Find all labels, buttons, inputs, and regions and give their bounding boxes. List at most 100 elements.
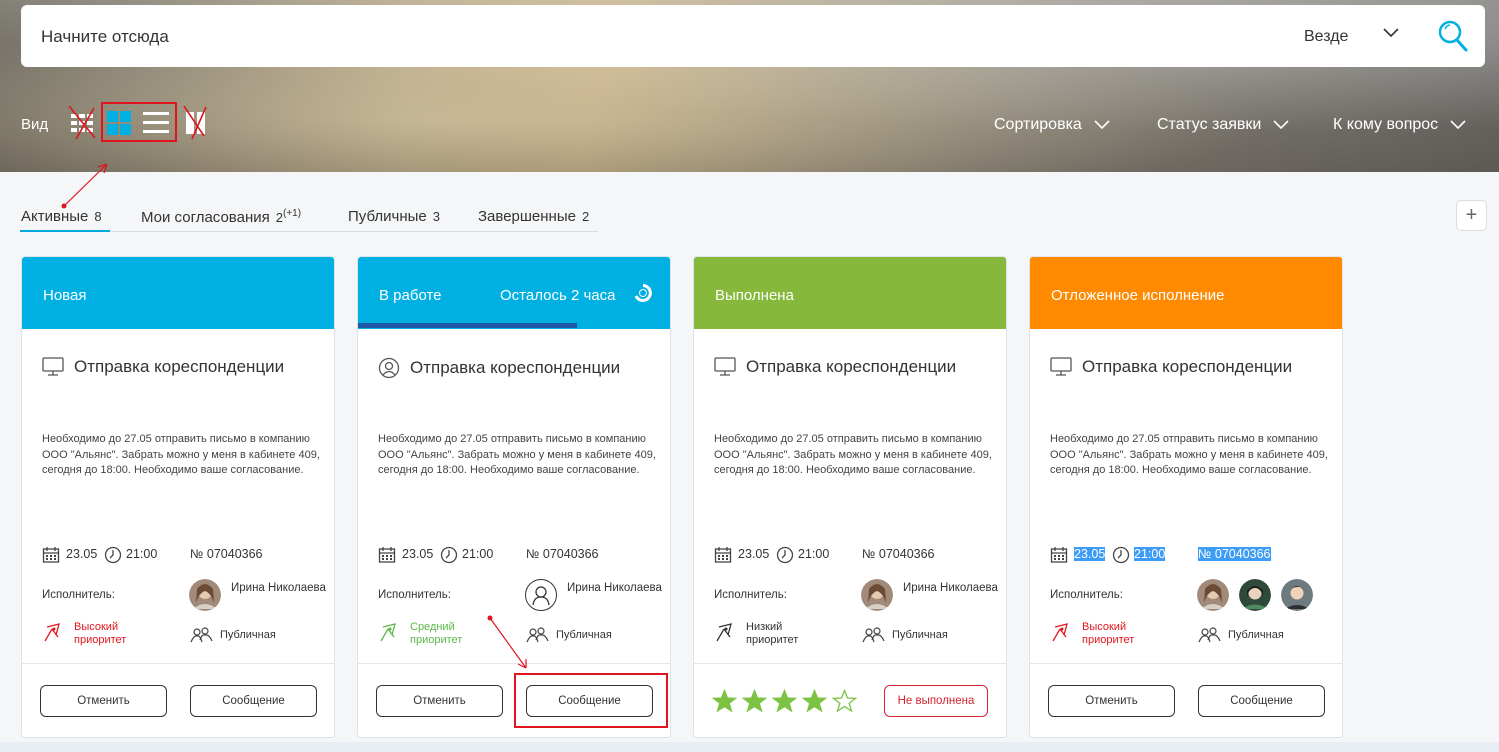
cancel-button[interactable]: Отменить — [40, 685, 167, 717]
user-icon — [532, 586, 550, 606]
divider — [694, 663, 1006, 664]
card-meta: 23.05 21:00 № 07040366 — [714, 546, 994, 564]
avatar[interactable] — [189, 579, 221, 611]
tab-count: 3 — [432, 209, 440, 224]
priority: Высокий приоритет — [42, 621, 144, 646]
priority-high-icon — [44, 623, 60, 642]
tab-label: Мои согласования — [141, 209, 270, 226]
card-title-text: Отправка кореспонденции — [746, 357, 957, 376]
request-card[interactable]: Отложенное исполнение Отправка кореспонд… — [1029, 256, 1343, 738]
card-time: 21:00 — [1134, 547, 1166, 561]
card-description: Необходимо до 27.05 отправить письмо в к… — [714, 433, 992, 476]
active-tab-indicator — [20, 230, 110, 232]
search-scope-select[interactable]: Везде — [1304, 28, 1348, 46]
card-header: Выполнена — [694, 257, 1006, 329]
visibility: Публичная — [190, 626, 276, 644]
chevron-down-icon[interactable] — [1381, 23, 1401, 43]
calendar-icon — [714, 547, 732, 563]
annotation-arrow — [61, 163, 108, 209]
star-filled-icon[interactable] — [802, 689, 827, 713]
priority: Средний приоритет — [378, 621, 480, 646]
group-icon — [862, 627, 885, 643]
card-date: 23.05 — [1074, 547, 1106, 561]
request-card[interactable]: Выполнена Отправка кореспонденции Необхо… — [693, 256, 1007, 738]
priority-medium-icon — [380, 623, 396, 642]
priority-text: Средний приоритет — [410, 621, 463, 646]
card-description: Необходимо до 27.05 отправить письмо в к… — [42, 433, 320, 476]
star-filled-icon[interactable] — [742, 689, 767, 713]
tab-label: Публичные — [348, 208, 427, 225]
tab-public[interactable]: Публичные 3 — [348, 208, 440, 225]
visibility: Публичная — [862, 626, 948, 644]
monitor-icon — [1050, 357, 1072, 376]
card-title: Отправка кореспонденции — [1050, 357, 1292, 377]
card-status: Новая — [43, 287, 87, 304]
tab-my-approvals[interactable]: Мои согласования 2(+1) — [141, 208, 301, 226]
avatar[interactable] — [1197, 579, 1229, 611]
search-input[interactable]: Начните отсюда — [41, 27, 169, 47]
status-filter[interactable]: Статус заявки — [1157, 116, 1289, 134]
message-button-annotation — [514, 673, 668, 728]
table-view-icon — [68, 106, 96, 140]
sort-filter[interactable]: Сортировка — [994, 116, 1110, 134]
card-header: Новая — [22, 257, 334, 329]
star-filled-icon[interactable] — [772, 689, 797, 713]
card-time: 21:00 — [126, 547, 158, 561]
tab-active[interactable]: Активные 8 — [21, 208, 102, 225]
priority-text: Низкий приоритет — [746, 621, 799, 646]
cancel-button[interactable]: Отменить — [1048, 685, 1175, 717]
time-remaining: Осталось 2 часа — [500, 287, 616, 304]
card-meta: 23.05 21:00 № 07040366 — [378, 546, 658, 564]
chevron-down-icon — [1273, 120, 1289, 130]
executor-label: Исполнитель: — [42, 589, 115, 601]
executor-name: Ирина Николаева — [567, 582, 662, 594]
monitor-icon — [42, 357, 64, 376]
visibility-text: Публичная — [1228, 629, 1284, 641]
rating-stars[interactable] — [712, 689, 857, 713]
cancel-button[interactable]: Отменить — [376, 685, 503, 717]
card-description: Необходимо до 27.05 отправить письмо в к… — [1050, 433, 1328, 476]
visibility-text: Публичная — [220, 629, 276, 641]
tab-label: Завершенные — [478, 208, 576, 225]
avatar[interactable] — [1281, 579, 1313, 611]
view-columns-button[interactable] — [182, 106, 212, 140]
view-table-button[interactable] — [68, 106, 98, 140]
tab-count-extra: (+1) — [282, 208, 302, 219]
message-button[interactable]: Сообщение — [190, 685, 317, 717]
not-done-button[interactable]: Не выполнена — [884, 685, 988, 717]
card-meta: 23.05 21:00 № 07040366 — [1050, 546, 1330, 564]
card-time: 21:00 — [798, 547, 830, 561]
avatar[interactable] — [861, 579, 893, 611]
chevron-down-icon — [1450, 120, 1466, 130]
tab-label: Активные — [21, 208, 89, 225]
clock-icon — [104, 546, 122, 564]
divider — [22, 663, 334, 664]
star-empty-icon[interactable] — [832, 689, 857, 713]
tab-completed[interactable]: Завершенные 2 — [478, 208, 589, 225]
card-title: Отправка кореспонденции — [378, 357, 620, 379]
card-number: № 07040366 — [526, 547, 599, 561]
search-icon[interactable] — [1437, 19, 1469, 53]
card-time: 21:00 — [462, 547, 494, 561]
card-header: В работе Осталось 2 часа — [358, 257, 670, 329]
user-circle-icon — [378, 357, 400, 379]
card-title: Отправка кореспонденции — [714, 357, 956, 377]
star-filled-icon[interactable] — [712, 689, 737, 713]
message-button[interactable]: Сообщение — [1198, 685, 1325, 717]
add-button[interactable]: + — [1456, 200, 1487, 231]
tab-count: 2 — [581, 209, 590, 224]
request-card[interactable]: Новая Отправка кореспонденции Необходимо… — [21, 256, 335, 738]
card-number: № 07040366 — [1198, 547, 1271, 561]
status-filter-label: Статус заявки — [1157, 116, 1262, 133]
avatar[interactable] — [1239, 579, 1271, 611]
view-label: Вид — [21, 116, 49, 133]
avatar-placeholder[interactable] — [525, 579, 557, 611]
card-header: Отложенное исполнение — [1030, 257, 1342, 329]
priority: Высокий приоритет — [1050, 621, 1152, 646]
addressee-filter[interactable]: К кому вопрос — [1333, 116, 1466, 134]
card-title-text: Отправка кореспонденции — [1082, 357, 1293, 376]
chevron-down-icon — [1094, 120, 1110, 130]
clock-icon — [440, 546, 458, 564]
sort-filter-label: Сортировка — [994, 116, 1082, 133]
priority: Низкий приоритет — [714, 621, 816, 646]
